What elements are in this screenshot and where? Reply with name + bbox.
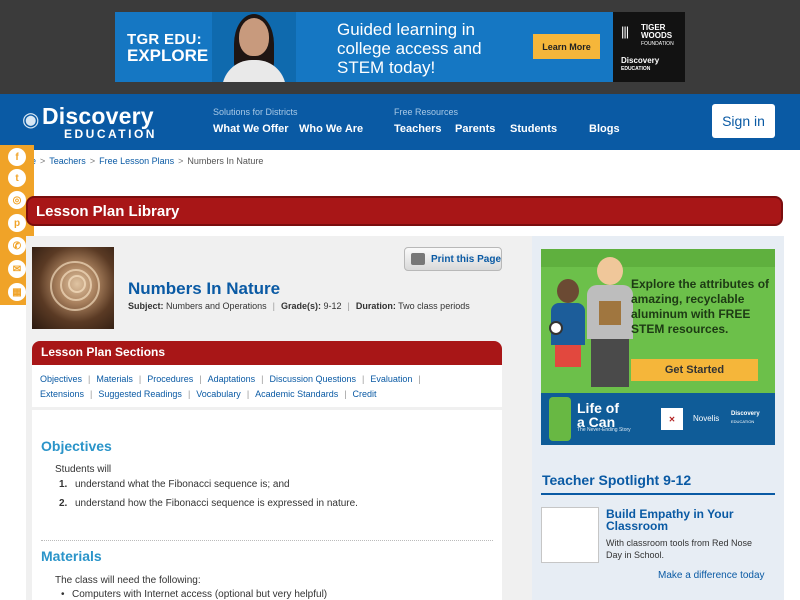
nav-blogs[interactable]: Blogs xyxy=(589,123,620,135)
can-icon xyxy=(549,397,571,441)
twitter-icon[interactable]: t xyxy=(8,169,26,187)
pinterest-icon[interactable]: p xyxy=(8,214,26,232)
ad-sponsor-panel: ||| TIGER WOODS FOUNDATION Discovery EDU… xyxy=(613,12,685,82)
objectives-intro: Students will xyxy=(55,464,112,475)
soccer-ball-icon xyxy=(549,321,563,335)
ad-brand: TGR EDU: EXPLORE xyxy=(127,32,209,65)
ad-child-illustration xyxy=(585,257,635,387)
materials-heading: Materials xyxy=(41,548,102,564)
facebook-icon[interactable]: f xyxy=(8,148,26,166)
spotlight-thumbnail[interactable] xyxy=(541,507,599,563)
main-nav: ◉ Discovery EDUCATION Solutions for Dist… xyxy=(0,94,800,150)
section-link-suggested-readings[interactable]: Suggested Readings xyxy=(98,389,182,399)
section-link-discussion-questions[interactable]: Discussion Questions xyxy=(270,374,357,384)
top-ad-band: TGR EDU: EXPLORE Guided learning in coll… xyxy=(0,0,800,94)
lesson-grades: 9-12 xyxy=(323,301,342,311)
printer-icon xyxy=(411,253,425,265)
breadcrumb: ne>Teachers>Free Lesson Plans>Numbers In… xyxy=(26,156,263,166)
sign-in-button[interactable]: Sign in xyxy=(712,104,775,138)
ad-partner-logo: Discovery EDUCATION xyxy=(621,56,660,72)
life-of-a-can-band: Life of a Can The Never-Ending Story ✕ N… xyxy=(541,393,775,445)
section-link-evaluation[interactable]: Evaluation xyxy=(370,374,412,384)
objective-number-1: 1. xyxy=(59,479,68,490)
nav-teachers[interactable]: Teachers xyxy=(394,123,442,135)
top-ad-banner[interactable]: TGR EDU: EXPLORE Guided learning in coll… xyxy=(115,12,685,82)
section-link-extensions[interactable]: Extensions xyxy=(40,389,84,399)
nav-label-free-resources: Free Resources xyxy=(394,107,459,117)
make-a-difference-link[interactable]: Make a difference today xyxy=(658,570,765,581)
section-link-academic-standards[interactable]: Academic Standards xyxy=(255,389,338,399)
teacher-spotlight-title: Teacher Spotlight 9-12 xyxy=(542,472,692,488)
ad-brand-line2: EXPLORE xyxy=(127,46,209,65)
nav-what-we-offer[interactable]: What We Offer xyxy=(213,123,289,135)
section-links: Objectives | Materials | Procedures | Adaptati… xyxy=(32,365,502,407)
objective-text-1: understand what the Fibonacci sequence i… xyxy=(75,479,290,490)
logo-word-2: EDUCATION xyxy=(64,127,157,141)
material-bullet: • xyxy=(61,589,65,600)
calendar-icon[interactable]: ▦ xyxy=(8,283,26,301)
sponsor-name: TIGER WOODS FOUNDATION xyxy=(641,23,674,48)
breadcrumb-current: Numbers In Nature xyxy=(187,156,264,166)
globe-icon: ◉ xyxy=(22,109,40,131)
nav-parents[interactable]: Parents xyxy=(455,123,495,135)
ad-headline: Guided learning in college access and ST… xyxy=(337,20,482,77)
instagram-icon[interactable]: ◎ xyxy=(8,191,26,209)
spotlight-item-description: With classroom tools from Red Nose Day i… xyxy=(606,538,753,560)
stem-resources-ad[interactable]: Explore the attributes of amazing, recyc… xyxy=(541,249,775,445)
section-link-materials[interactable]: Materials xyxy=(96,374,133,384)
objective-text-2: understand how the Fibonacci sequence is… xyxy=(75,498,358,509)
email-icon[interactable]: ✉ xyxy=(8,260,26,278)
lesson-duration: Two class periods xyxy=(398,301,470,311)
breadcrumb-teachers[interactable]: Teachers xyxy=(49,156,86,166)
phone-icon[interactable]: ✆ xyxy=(8,237,26,255)
spotlight-item-title[interactable]: Build Empathy in Your Classroom xyxy=(606,508,771,532)
section-link-objectives[interactable]: Objectives xyxy=(40,374,82,384)
lesson-body: Objectives Students will 1. understand w… xyxy=(32,410,502,600)
library-title: Lesson Plan Library xyxy=(36,203,180,220)
spotlight-rule xyxy=(541,493,775,495)
novelis-logo: Novelis xyxy=(693,414,720,423)
objectives-heading: Objectives xyxy=(41,438,112,454)
side-ad-text: Explore the attributes of amazing, recyc… xyxy=(631,277,770,336)
ad-student-photo xyxy=(212,12,296,82)
lesson-plan-library-bar: Lesson Plan Library xyxy=(26,196,783,226)
discovery-education-small-logo: Discovery EDUCATION xyxy=(731,411,760,424)
objective-number-2: 2. xyxy=(59,498,68,509)
section-link-procedures[interactable]: Procedures xyxy=(147,374,193,384)
nav-students[interactable]: Students xyxy=(510,123,557,135)
life-of-a-can-title: Life of a Can xyxy=(577,400,619,430)
ad-learn-more-button[interactable]: Learn More xyxy=(533,34,600,59)
section-link-vocabulary[interactable]: Vocabulary xyxy=(196,389,241,399)
section-link-credit[interactable]: Credit xyxy=(353,389,377,399)
nav-who-we-are[interactable]: Who We Are xyxy=(299,123,363,135)
logo-word-1: Discovery xyxy=(42,103,154,129)
tiger-woods-mark-icon: ||| xyxy=(621,24,629,39)
lesson-plan-sections-bar: Lesson Plan Sections xyxy=(32,341,502,365)
material-item-1: Computers with Internet access (optional… xyxy=(72,589,328,600)
life-of-a-can-subtitle: The Never-Ending Story xyxy=(577,427,631,433)
section-link-adaptations[interactable]: Adaptations xyxy=(208,374,256,384)
section-divider xyxy=(41,540,493,541)
print-page-button[interactable]: Print this Page xyxy=(404,247,502,271)
lesson-title: Numbers In Nature xyxy=(128,279,281,298)
nautilus-shell-image xyxy=(32,247,114,329)
lesson-meta: Subject: Numbers and Operations | Grade(s)… xyxy=(128,301,470,311)
nav-label-districts: Solutions for Districts xyxy=(213,107,298,117)
get-started-button[interactable]: Get Started xyxy=(631,359,758,381)
partner-logo-icon: ✕ xyxy=(661,408,683,430)
materials-intro: The class will need the following: xyxy=(55,575,201,586)
breadcrumb-free-lesson-plans[interactable]: Free Lesson Plans xyxy=(99,156,174,166)
lesson-subject: Numbers and Operations xyxy=(166,301,267,311)
sections-heading: Lesson Plan Sections xyxy=(41,345,166,359)
print-label: Print this Page xyxy=(431,253,502,265)
